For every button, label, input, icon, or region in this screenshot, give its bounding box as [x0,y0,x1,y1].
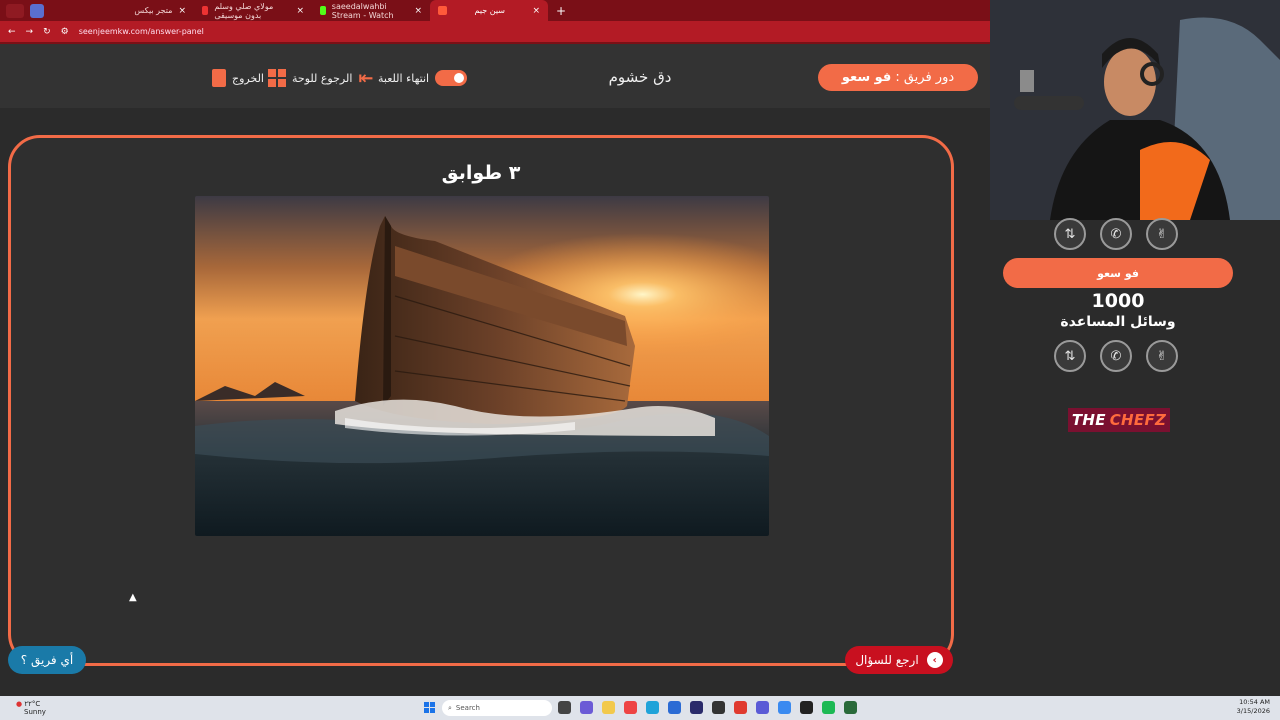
app-icon-2[interactable] [844,701,857,714]
swap-icon[interactable]: ⇅ [1054,340,1086,372]
two-fingers-icon[interactable]: ✌ [1146,340,1178,372]
back-arrow-icon[interactable]: ← [8,27,16,37]
weather-widget[interactable]: ● ٢٢°C Sunny [16,700,46,716]
question-image [195,196,769,536]
address-bar: ← → ↻ ⚙ seenjeemkw.com/answer-panel [0,21,990,42]
grid-icon [268,69,286,87]
exit-button[interactable]: الخروج [212,68,264,88]
close-icon[interactable]: × [178,6,186,16]
tab-label: سين جيم [474,6,505,15]
site-info-icon[interactable]: ⚙ [61,27,69,37]
exit-label: الخروج [232,71,264,85]
close-icon[interactable]: × [296,6,304,16]
teams-icon[interactable] [580,701,593,714]
clock-time: 10:54 AM [1239,698,1270,706]
logo-left: THE [1071,411,1106,429]
turn-team-name: فو سعو [841,70,892,85]
windows-start-icon[interactable] [424,702,435,713]
team-score: 1000 [1091,290,1145,312]
clock-date: 3/15/2026 [1236,707,1270,715]
forward-arrow-icon[interactable]: → [26,27,34,37]
sponsor-logo: THE CHEFZ [1068,408,1170,432]
weather-temp: ٢٢°C [24,700,41,708]
browser-tab-bar: متجر بيكس × مولاي صلي وسلم بدون موسيقى ×… [0,0,990,21]
system-tray[interactable]: 10:54 AM 3/15/2026 [1237,698,1270,716]
file-explorer-icon[interactable] [602,701,615,714]
browser-tab-active[interactable]: سين جيم × [430,0,548,21]
browser-tab[interactable]: مولاي صلي وسلم بدون موسيقى × [194,0,312,21]
back-to-board-button[interactable]: الرجوع للوحة ⇤ [268,67,374,89]
back-to-question-button[interactable]: ارجع للسؤال ‹ [845,646,953,674]
task-view-icon[interactable] [558,701,571,714]
search-icon: ⌕ [448,703,452,712]
chrome-icon[interactable] [734,701,747,714]
end-game-label: انتهاء اللعبة [378,71,430,85]
logo-right: CHEFZ [1109,411,1167,429]
back-to-question-label: ارجع للسؤال [855,653,919,667]
browser-tab[interactable]: saeedalwahbi Stream - Watch × [312,0,430,21]
end-game-button[interactable]: انتهاء اللعبة [378,68,468,88]
end-game-toggle[interactable] [435,70,468,86]
arrow-left-icon: ⇤ [358,67,374,89]
back-to-board-label: الرجوع للوحة [292,71,353,85]
phone-icon[interactable]: ✆ [1100,340,1132,372]
game-title: دق خشوم [608,68,672,86]
app-header: دور فريق : فو سعو دق خشوم انتهاء اللعبة … [0,42,990,108]
spotify-icon[interactable] [822,701,835,714]
new-tab-button[interactable]: + [548,4,574,18]
team-name-badge: فو سعو [1003,258,1233,288]
chevron-left-icon: ‹ [926,652,943,668]
door-exit-icon [212,69,226,87]
tab-label: مولاي صلي وسلم بدون موسيقى [214,1,274,20]
two-fingers-icon[interactable]: ✌ [1146,218,1178,250]
store-icon[interactable] [690,701,703,714]
swap-icon[interactable]: ⇅ [1054,218,1086,250]
turn-prefix: دور فريق : [895,70,955,85]
tab-label: saeedalwahbi Stream - Watch [331,1,394,20]
workspace-icon[interactable] [30,3,44,18]
window-menu-button[interactable] [6,3,24,18]
right-panel: ⇅ ✆ ✌ فو سعو 1000 وسائل المساعدة ⇅ ✆ ✌ T… [990,0,1280,696]
search-placeholder: Search [455,704,480,712]
phone-icon[interactable]: ✆ [1100,218,1132,250]
kick-icon [320,6,326,15]
lifelines-bottom: ⇅ ✆ ✌ [1054,340,1178,372]
webcam-image [990,0,1280,220]
close-icon[interactable]: × [414,6,422,16]
answer-card: ٣ طوابق [8,135,954,666]
lifelines-top: ⇅ ✆ ✌ [1054,218,1178,250]
tab-label: متجر بيكس [134,6,173,15]
github-icon[interactable] [712,701,725,714]
browser-tab[interactable]: متجر بيكس × [76,0,194,21]
outlook-icon[interactable] [668,701,681,714]
streamer-webcam [990,0,1280,220]
question-title: ٣ طوابق [441,162,521,184]
aids-label: وسائل المساعدة [1060,314,1176,330]
weather-condition: Sunny [24,708,46,716]
taskbar-search[interactable]: ⌕ Search [442,700,552,716]
mouse-cursor-icon: ▲ [129,592,137,603]
sun-icon: ● [16,700,23,708]
edge-icon[interactable] [646,701,659,714]
close-icon[interactable]: × [532,6,540,16]
reload-icon[interactable]: ↻ [43,27,51,37]
app-icon[interactable] [624,701,637,714]
turn-indicator: دور فريق : فو سعو [818,64,978,91]
ark-ship-image [195,196,769,536]
discord-icon[interactable] [756,701,769,714]
taskbar-apps [558,701,857,714]
site-icon [438,6,447,15]
youtube-icon [202,6,209,15]
url-field[interactable]: seenjeemkw.com/answer-panel [79,27,204,36]
which-team-label: أي فريق ؟ [20,653,74,667]
terminal-icon[interactable] [800,701,813,714]
obs-icon[interactable] [778,701,791,714]
os-taskbar: ● ٢٢°C Sunny ⌕ Search 10:54 AM 3/15/2026 [0,696,1280,720]
which-team-button[interactable]: أي فريق ؟ [8,646,86,674]
